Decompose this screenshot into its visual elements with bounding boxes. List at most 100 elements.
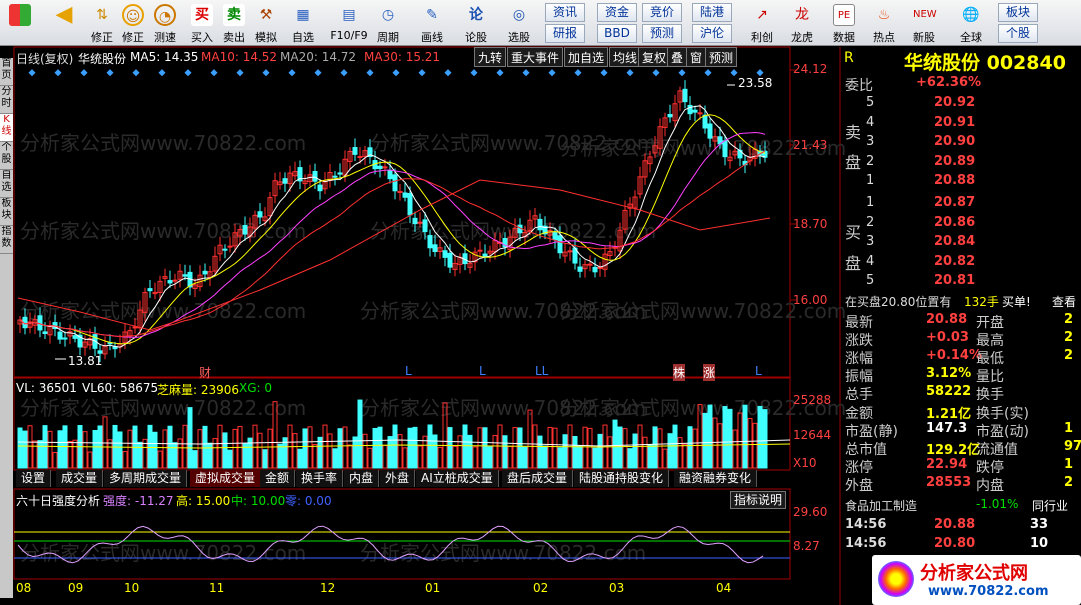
overlay-button[interactable]: 叠 [667, 47, 688, 67]
logo-url: www.70822.com [928, 584, 1049, 599]
simulate-button[interactable]: ⚒ 模拟 [250, 2, 282, 44]
side-tab-kline[interactable]: K线 [0, 114, 13, 142]
indicator-tab[interactable]: 融资融券变化 [674, 470, 758, 487]
major-events-button[interactable]: 重大事件 [507, 47, 564, 67]
link-forecast[interactable]: 预测 [642, 24, 682, 43]
ma-button[interactable]: 均线 [609, 47, 642, 67]
sector-link[interactable]: 同行业 [1032, 497, 1068, 514]
speed-button[interactable]: ◔ 测速 [149, 2, 181, 44]
indicator-tab[interactable]: 换手率 [296, 470, 344, 487]
sell-price[interactable]: 20.88 [934, 173, 975, 188]
sell-price[interactable]: 20.89 [934, 154, 975, 169]
stat-value: 129.2亿 [926, 442, 981, 458]
candle-body [287, 172, 293, 185]
buy-price[interactable]: 20.84 [934, 234, 975, 249]
candle-body [567, 250, 573, 253]
buy-price[interactable]: 20.81 [934, 273, 975, 288]
notice-more-link[interactable]: 查看 [1052, 293, 1076, 310]
data-button[interactable]: PE 数据 [828, 2, 860, 44]
pick-button[interactable]: ◎ 选股 [503, 2, 535, 44]
dragon-button[interactable]: 龙龙虎 [786, 2, 818, 44]
updown-button[interactable]: ⇅ 修正 [86, 2, 118, 44]
buy-label: 买入 [191, 31, 213, 44]
month-label: 12 [320, 581, 336, 595]
volume-bar [477, 427, 483, 469]
candle-body [92, 334, 98, 349]
candle-body [227, 245, 233, 248]
watermark-text: 分析家公式网www.70822.com [20, 131, 306, 155]
nine-turn-button[interactable]: 九转 [474, 47, 507, 67]
indicator-tab[interactable]: AI立桩成交量 [416, 470, 499, 487]
link-london[interactable]: 沪伦 [692, 24, 732, 43]
side-tab-home[interactable]: 首页 [0, 58, 13, 86]
volume-bar [687, 426, 693, 469]
sector-name[interactable]: 食品加工制造 [845, 497, 917, 514]
link-auction[interactable]: 竞价 [642, 3, 682, 22]
stat-key: 换手 [976, 387, 1004, 404]
link-funds[interactable]: 资金 [597, 3, 637, 22]
indicator-tab[interactable]: 成交量 [56, 470, 104, 487]
volume-bar [362, 433, 368, 469]
sell-price[interactable]: 20.92 [934, 95, 975, 110]
discuss-button[interactable]: 论论股 [460, 2, 492, 44]
sell-button[interactable]: 卖卖出 [218, 2, 250, 44]
buy-price[interactable]: 20.86 [934, 215, 975, 230]
buy-price[interactable]: 20.82 [934, 254, 975, 269]
indicator-tab[interactable]: 设置 [16, 470, 52, 487]
buy-button[interactable]: 买买入 [186, 2, 218, 44]
event-diamond [600, 69, 608, 77]
speed-label: 测速 [154, 31, 176, 44]
indicator-tab[interactable]: 金额 [260, 470, 296, 487]
sell-price[interactable]: 20.90 [934, 134, 975, 149]
volume-bar [257, 432, 263, 469]
side-tab-stock[interactable]: 个股 [0, 142, 13, 170]
side-tab-watch[interactable]: 自选 [0, 170, 13, 198]
link-stock[interactable]: 个股 [998, 24, 1038, 43]
indicator-explain-button[interactable]: 指标说明 [730, 491, 787, 509]
notice-tag[interactable]: 买单! [1002, 293, 1031, 310]
volume-bar [162, 429, 168, 469]
candle-body [82, 341, 88, 348]
volume-bar [397, 434, 403, 469]
profit-button[interactable]: ↗ 利创 [746, 2, 778, 44]
f10-button[interactable]: ▤ F10/F9 [330, 2, 368, 44]
buy-price[interactable]: 20.87 [934, 195, 975, 210]
forecast-button[interactable]: 预测 [705, 47, 738, 67]
add-watch-button[interactable]: 加自选 [564, 47, 609, 67]
link-sector[interactable]: 板块 [998, 3, 1038, 22]
candle-body [547, 230, 553, 236]
event-diamond [678, 69, 686, 77]
sell-price[interactable]: 20.91 [934, 115, 975, 130]
side-tab-intraday[interactable]: 分时 [0, 86, 13, 114]
indicator-tab[interactable]: 盘后成交量 [502, 470, 574, 487]
hot-button[interactable]: ♨ 热点 [868, 2, 900, 44]
quote-r-label: R [844, 50, 854, 66]
notice-qty: 132手 [964, 295, 999, 309]
indicator-tab[interactable]: 内盘 [344, 470, 380, 487]
indicator-tab[interactable]: 外盘 [380, 470, 416, 487]
draw-button[interactable]: ✎ 画线 [416, 2, 448, 44]
candle-body [497, 242, 503, 245]
candle-body [647, 156, 653, 165]
link-research[interactable]: 研报 [545, 24, 585, 43]
adjust-button[interactable]: 复权 [638, 47, 671, 67]
candle-body [537, 218, 543, 231]
link-hk[interactable]: 陆港 [692, 3, 732, 22]
fix-button[interactable]: ☺ 修正 [117, 2, 149, 44]
side-tab-sector[interactable]: 板块 [0, 198, 13, 226]
back-button[interactable]: ◀ [48, 2, 80, 44]
indicator-tab[interactable]: 虚拟成交量 [190, 470, 262, 487]
link-news[interactable]: 资讯 [545, 3, 585, 22]
stat-value: 97. [1064, 438, 1081, 454]
watchlist-button[interactable]: ▦ 自选 [287, 2, 319, 44]
volume-bar [122, 451, 128, 469]
side-tab-index[interactable]: 指数 [0, 226, 13, 254]
link-bbd[interactable]: BBD [597, 24, 637, 43]
grid-icon[interactable] [4, 2, 36, 44]
window-button[interactable]: 窗 [686, 47, 707, 67]
ipo-button[interactable]: NEW 新股 [908, 2, 940, 44]
global-button[interactable]: 🌐 全球 [955, 2, 987, 44]
indicator-tab[interactable]: 多周期成交量 [104, 470, 188, 487]
period-button[interactable]: ◷ 周期 [372, 2, 404, 44]
indicator-tab[interactable]: 陆股通持股变化 [574, 470, 670, 487]
